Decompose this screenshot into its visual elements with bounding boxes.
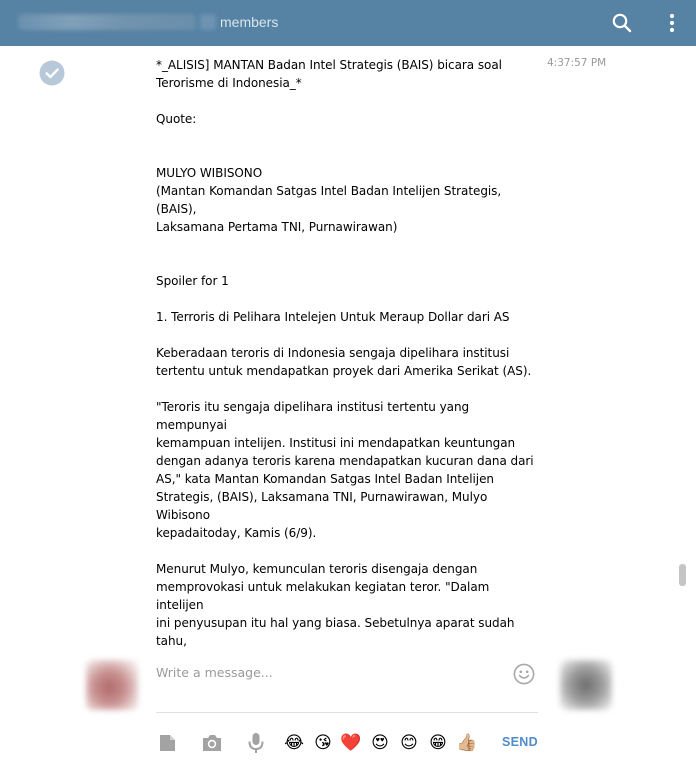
emoji-blush[interactable]: 😊	[398, 732, 420, 754]
emoji-heart-eyes[interactable]: 😍	[369, 732, 391, 754]
emoji-heart[interactable]: ❤️	[340, 732, 362, 754]
emoji-picker-icon[interactable]	[513, 663, 535, 685]
emoji-grin[interactable]: 😁	[427, 732, 449, 754]
search-icon[interactable]	[610, 11, 634, 35]
emoji-tears-of-joy[interactable]: 😂	[283, 732, 305, 754]
emoji-kiss[interactable]: 😘	[312, 732, 334, 754]
emoji-thumbs-up[interactable]: 👍🏼	[456, 732, 478, 754]
camera-icon[interactable]	[201, 732, 223, 754]
message-time: 4:37:57 PM	[547, 57, 607, 69]
message-input[interactable]	[156, 662, 496, 682]
chat-title-blurred[interactable]	[18, 14, 196, 30]
chat-header: members	[0, 0, 696, 46]
members-label[interactable]: members	[220, 14, 278, 30]
send-button[interactable]: SEND	[502, 735, 538, 749]
more-vertical-icon[interactable]	[662, 11, 682, 35]
document-icon[interactable]	[156, 732, 178, 754]
message-text: *_ALISIS] MANTAN Badan Intel Strategis (…	[156, 58, 534, 648]
my-avatar[interactable]	[86, 660, 138, 710]
input-underline	[156, 712, 538, 713]
message-history[interactable]: *_ALISIS] MANTAN Badan Intel Strategis (…	[0, 46, 696, 650]
member-count-blurred	[200, 14, 216, 30]
read-check-icon[interactable]	[39, 60, 65, 86]
scrollbar-thumb[interactable]	[679, 564, 686, 586]
message-composer: 😂 😘 ❤️ 😍 😊 😁 👍🏼 SEND	[0, 650, 696, 778]
peer-avatar[interactable]	[560, 660, 612, 710]
microphone-icon[interactable]	[245, 732, 267, 754]
